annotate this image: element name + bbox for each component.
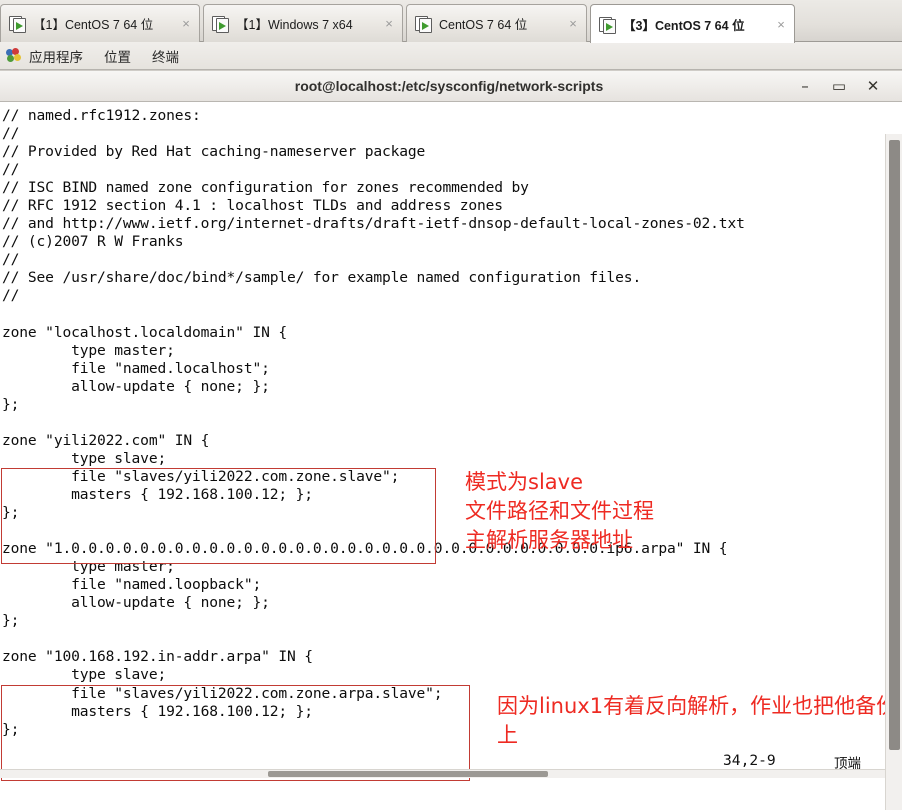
close-icon[interactable]: ✕ — [856, 78, 890, 94]
terminal-line: masters { 192.168.100.12; }; — [2, 485, 313, 503]
terminal-line: // — [2, 251, 20, 269]
terminal-line: zone "1.0.0.0.0.0.0.0.0.0.0.0.0.0.0.0.0.… — [2, 540, 728, 558]
terminal-line: // — [2, 161, 20, 179]
menu-terminal[interactable]: 终端 — [150, 44, 189, 68]
vm-tab-3[interactable]: 【3】CentOS 7 64 位 × — [590, 4, 795, 43]
terminal-line: file "named.localhost"; — [2, 359, 270, 377]
terminal-line: // — [2, 125, 20, 143]
vm-tab-label-1: 【1】Windows 7 x64 — [236, 18, 353, 32]
vm-tab-label-2: CentOS 7 64 位 — [439, 18, 528, 32]
vm-window-icon — [212, 15, 229, 33]
terminal-line: }; — [2, 504, 20, 522]
page-title: root@localhost:/etc/sysconfig/network-sc… — [294, 78, 604, 94]
terminal-line: allow-update { none; }; — [2, 594, 270, 612]
maximize-icon[interactable]: ▭ — [822, 78, 856, 94]
terminal-line: file "named.loopback"; — [2, 576, 262, 594]
terminal-line: // — [2, 287, 20, 305]
terminal-body[interactable]: // named.rfc1912.zones://// Provided by … — [0, 102, 902, 810]
terminal-line: // and http://www.ietf.org/internet-draf… — [2, 215, 745, 233]
annotation-forward-slave: 模式为slave 文件路径和文件过程 主解析服务器地址 — [465, 470, 654, 552]
vm-window-icon — [599, 16, 616, 34]
vm-tab-strip: 【1】CentOS 7 64 位 × 【1】Windows 7 x64 × Ce… — [0, 0, 902, 43]
vm-tab-2[interactable]: CentOS 7 64 位 × — [406, 4, 587, 42]
vertical-scrollbar-thumb[interactable] — [889, 140, 900, 750]
close-icon[interactable]: × — [772, 18, 790, 31]
window-titlebar[interactable]: root@localhost:/etc/sysconfig/network-sc… — [0, 70, 902, 102]
close-icon[interactable]: × — [177, 17, 195, 30]
terminal-line: // See /usr/share/doc/bind*/sample/ for … — [2, 269, 642, 287]
window-controls: – ▭ ✕ — [788, 78, 902, 94]
gnome-top-panel: 应用程序 位置 终端 — [0, 42, 902, 70]
terminal-line: allow-update { none; }; — [2, 377, 270, 395]
terminal-line: // RFC 1912 section 4.1 : localhost TLDs… — [2, 197, 503, 215]
terminal-line: zone "localhost.localdomain" IN { — [2, 323, 287, 341]
vm-tab-label-3: 【3】CentOS 7 64 位 — [623, 18, 745, 33]
terminal-line: // named.rfc1912.zones: — [2, 107, 201, 124]
terminal-line: // Provided by Red Hat caching-nameserve… — [2, 143, 426, 161]
terminal-line: // (c)2007 R W Franks — [2, 233, 184, 251]
close-icon[interactable]: × — [380, 17, 398, 30]
vm-window-icon — [9, 15, 26, 33]
terminal-window: root@localhost:/etc/sysconfig/network-sc… — [0, 70, 902, 810]
terminal-line: type master; — [2, 341, 175, 359]
vim-text-area[interactable]: // named.rfc1912.zones://// Provided by … — [0, 102, 866, 744]
terminal-line: type slave; — [2, 666, 167, 684]
horizontal-scrollbar-thumb[interactable] — [268, 771, 548, 777]
terminal-line: }; — [2, 612, 20, 630]
terminal-line: type slave; — [2, 449, 167, 467]
vm-tab-0[interactable]: 【1】CentOS 7 64 位 × — [0, 4, 200, 42]
gnome-foot-icon — [6, 47, 22, 64]
terminal-line: type master; — [2, 558, 175, 576]
annotation-reverse-slave: 因为linux1有着反向解析，作业也把他备份上 — [497, 694, 898, 747]
menu-applications[interactable]: 应用程序 — [27, 44, 93, 68]
menu-places[interactable]: 位置 — [102, 44, 141, 68]
terminal-line: }; — [2, 395, 20, 413]
horizontal-scrollbar[interactable] — [0, 769, 885, 778]
vertical-scrollbar[interactable] — [885, 134, 902, 810]
minimize-icon[interactable]: – — [788, 78, 822, 94]
vm-tab-1[interactable]: 【1】Windows 7 x64 × — [203, 4, 403, 42]
cursor-position: 34,2-9 — [723, 752, 776, 769]
terminal-line: // ISC BIND named zone configuration for… — [2, 179, 529, 197]
terminal-line: zone "yili2022.com" IN { — [2, 431, 210, 449]
close-icon[interactable]: × — [564, 17, 582, 30]
vm-tab-label-0: 【1】CentOS 7 64 位 — [33, 18, 154, 32]
terminal-line: file "slaves/yili2022.com.zone.slave"; — [2, 467, 400, 485]
terminal-line: zone "100.168.192.in-addr.arpa" IN { — [2, 648, 313, 666]
vm-window-icon — [415, 15, 432, 33]
